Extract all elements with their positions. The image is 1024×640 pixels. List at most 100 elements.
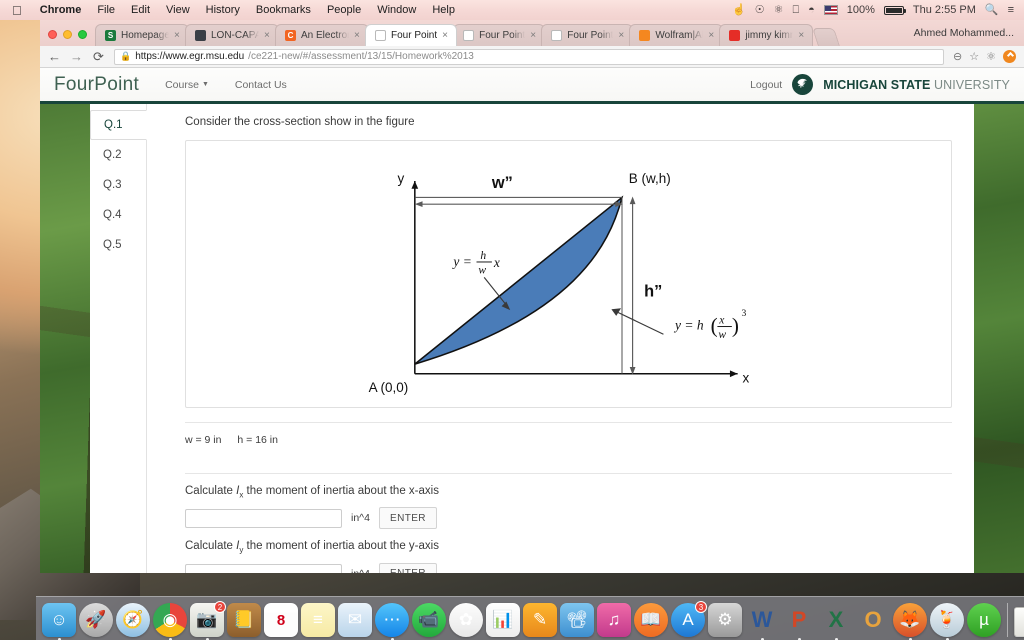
dock-icon-itunes[interactable]: ♫ — [597, 603, 631, 637]
extension-icon[interactable]: ⚛ — [986, 50, 996, 63]
svg-text:w: w — [718, 328, 726, 341]
dock-icon-handbrake[interactable]: 🍹 — [930, 603, 964, 640]
dock-minimized-document-stack[interactable] — [1014, 607, 1024, 637]
height-label: h” — [644, 282, 662, 300]
tab-close-icon-4[interactable]: × — [530, 30, 538, 41]
enter-button-ix[interactable]: ENTER — [378, 507, 437, 530]
dock-icon-pages[interactable]: ✎ — [523, 603, 557, 637]
menu-item-file[interactable]: File — [89, 4, 123, 16]
dock-icon-utorrent[interactable]: µ — [967, 603, 1001, 637]
sidebar-item-q4[interactable]: Q.4 — [90, 200, 146, 230]
tab-close-icon-5[interactable]: × — [618, 30, 626, 41]
enter-button-iy[interactable]: ENTER — [378, 562, 437, 573]
dock-icon-facetime[interactable]: 📹 — [412, 603, 446, 637]
star-icon[interactable]: ☆ — [969, 50, 979, 63]
dock-icon-calendar[interactable]: 8 — [264, 603, 298, 637]
browser-tab-7[interactable]: jimmy kimmel f × — [719, 24, 814, 46]
tab-title-2: An Electron Is / — [301, 30, 349, 41]
answer-input-iy[interactable] — [185, 564, 342, 573]
tab-close-icon-6[interactable]: × — [708, 30, 716, 41]
reload-icon[interactable]: ⟳ — [92, 50, 105, 63]
dock-icon-keynote[interactable]: 📽 — [560, 603, 594, 637]
svg-text:): ) — [731, 313, 738, 337]
browser-tab-0[interactable]: S Homepage - FS × — [95, 24, 189, 46]
browser-tab-1[interactable]: LON-CAPA Gra × — [185, 24, 279, 46]
logout-button[interactable]: Logout — [750, 79, 782, 91]
apple-menu-icon[interactable]:  — [8, 3, 32, 18]
sidebar-item-q3[interactable]: Q.3 — [90, 170, 146, 200]
tab-close-icon-2[interactable]: × — [354, 30, 362, 41]
dock-icon-photos-preview[interactable]: 📷 2 — [190, 601, 226, 640]
site-logo[interactable]: FourPoint — [54, 74, 139, 96]
dimensions-row: w = 9 in h = 16 in — [185, 423, 952, 459]
tab-close-icon-1[interactable]: × — [264, 30, 272, 41]
menu-item-view[interactable]: View — [158, 4, 198, 16]
browser-tab-6[interactable]: Wolfram|Alpha × — [629, 24, 724, 46]
dock-icon-outlook[interactable]: O — [856, 603, 890, 637]
sidebar-item-q1[interactable]: Q.1 — [90, 110, 147, 140]
minimize-window-button[interactable] — [63, 30, 72, 39]
dock-icon-photos[interactable]: ✿ — [449, 603, 483, 637]
dropbox-icon[interactable]: ☉ — [755, 4, 765, 16]
menu-item-history[interactable]: History — [198, 4, 248, 16]
dock-icon-notes[interactable]: ≡ — [301, 603, 335, 637]
browser-tab-5[interactable]: Four Point × — [541, 24, 634, 46]
dock-icon-mail-settings[interactable]: ✉ — [338, 603, 372, 637]
dock-icon-numbers[interactable]: 📊 — [486, 603, 520, 637]
menu-item-bookmarks[interactable]: Bookmarks — [248, 4, 319, 16]
close-window-button[interactable] — [48, 30, 57, 39]
wifi-icon[interactable]: ◓ — [808, 4, 815, 16]
zoom-out-icon[interactable]: ⊖ — [953, 50, 962, 63]
sidebar-item-q2[interactable]: Q.2 — [90, 140, 146, 170]
dock-icon-firefox[interactable]: 🦊 — [893, 603, 927, 640]
dock-icon-word[interactable]: W — [745, 603, 779, 640]
forward-arrow-icon[interactable]: → — [70, 50, 83, 63]
update-chrome-menu-icon[interactable] — [1003, 50, 1016, 63]
chrome-browser-window: S Homepage - FS × LON-CAPA Gra × C An Electron… — [40, 20, 1024, 573]
site-header: FourPoint Course ▼ Contact Us Logout MICH… — [40, 68, 1024, 104]
back-arrow-icon[interactable]: ← — [48, 50, 61, 63]
sidebar-item-q5[interactable]: Q.5 — [90, 230, 146, 260]
menu-bar-clock[interactable]: Thu 2:55 PM — [913, 4, 976, 16]
dock-icon-excel[interactable]: X — [819, 603, 853, 640]
dock-icon-ibooks[interactable]: 📖 — [634, 603, 668, 637]
dock-icon-contacts[interactable]: 📒 — [227, 603, 261, 637]
search-icon[interactable]: 🔍 — [985, 4, 999, 16]
browser-tab-2[interactable]: C An Electron Is / × — [275, 24, 369, 46]
notification-center-icon[interactable]: ≡ — [1008, 4, 1014, 16]
new-tab-button[interactable] — [812, 28, 841, 46]
dock-icon-app-store[interactable]: A3 — [671, 601, 707, 637]
address-bar[interactable]: 🔒 https://www.egr.msu.edu/ce221-new/#/as… — [114, 48, 945, 65]
dock-icon-safari[interactable]: 🧭 — [116, 603, 150, 637]
university-name-bold: MICHIGAN STATE — [823, 77, 931, 92]
dock-icon-system-preferences[interactable]: ⚙ — [708, 603, 742, 637]
answer-input-ix[interactable] — [185, 508, 342, 528]
dock-icon-launchpad[interactable]: 🚀 — [79, 603, 113, 637]
dock-icon-powerpoint[interactable]: P — [782, 603, 816, 640]
dock-icon-chrome[interactable]: ◉ — [153, 603, 187, 640]
browser-tab-3[interactable]: Four Point × — [365, 24, 458, 46]
menu-item-window[interactable]: Window — [369, 4, 424, 16]
bluetooth-icon[interactable]: ⚛ — [774, 4, 784, 16]
upper-curve-equation: y = h w x — [451, 249, 499, 276]
menu-item-help[interactable]: Help — [424, 4, 463, 16]
browser-tab-4[interactable]: Four Point × — [453, 24, 546, 46]
airplay-icon[interactable]: ⎕ — [792, 4, 799, 16]
tab-favicon-2: C — [285, 30, 296, 41]
menu-item-people[interactable]: People — [319, 4, 369, 16]
dock-icon-messages[interactable]: ⋯ — [375, 603, 409, 640]
dock-icon-finder[interactable]: ☺ — [42, 603, 76, 640]
profile-name[interactable]: Ahmed Mohammed... — [914, 27, 1024, 46]
tab-close-icon-0[interactable]: × — [174, 30, 182, 41]
question-prompt: Consider the cross-section show in the f… — [185, 116, 415, 128]
svg-text:y = h: y = h — [673, 317, 704, 332]
us-flag-input-icon[interactable] — [823, 5, 838, 15]
menu-item-chrome[interactable]: Chrome — [32, 4, 90, 16]
tab-close-icon-7[interactable]: × — [798, 30, 806, 41]
airdrop-icon[interactable]: ☝ — [732, 4, 746, 16]
maximize-window-button[interactable] — [78, 30, 87, 39]
nav-contact-us[interactable]: Contact Us — [235, 79, 287, 91]
tab-close-icon-3[interactable]: × — [442, 30, 450, 41]
nav-course[interactable]: Course ▼ — [165, 79, 209, 91]
menu-item-edit[interactable]: Edit — [123, 4, 158, 16]
